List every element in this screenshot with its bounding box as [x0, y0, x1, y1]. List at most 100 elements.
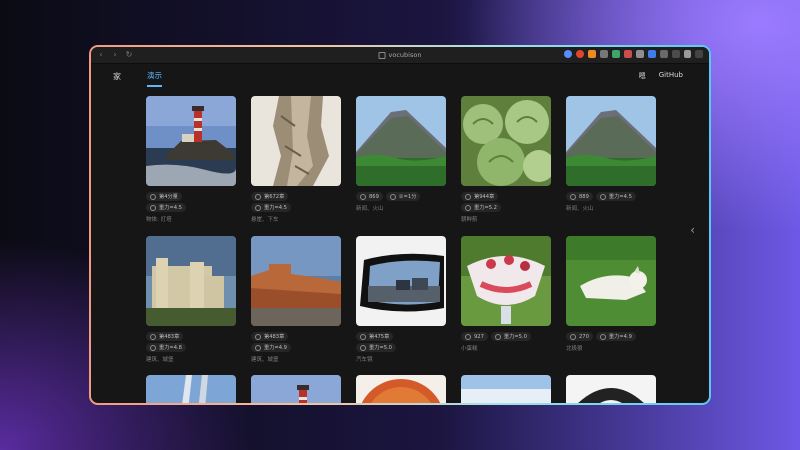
reload-icon[interactable]: ↻: [125, 47, 133, 63]
tab-demo[interactable]: 演示: [147, 70, 162, 87]
thumbnail-image[interactable]: [356, 236, 446, 326]
image-card[interactable]: 927 重力=5.0 小蛋糕: [461, 236, 551, 352]
image-card[interactable]: 第944章 重力=5.2 朝鲜蓟: [461, 96, 551, 223]
extension-icon[interactable]: [588, 50, 596, 58]
thumbnail-image[interactable]: [146, 96, 236, 186]
nav-link-settings[interactable]: 嗯: [639, 71, 646, 81]
thumbnail-image[interactable]: [356, 96, 446, 186]
profile-icon[interactable]: [684, 50, 691, 58]
link-icon: [255, 333, 261, 340]
badge-text: 270: [579, 333, 589, 340]
image-card[interactable]: 第475章重力=5.0 汽车镜: [356, 236, 446, 363]
card-meta: 889 重力=4.5 新闻、火山: [566, 192, 656, 212]
extension-icon[interactable]: [612, 50, 620, 58]
card-tag: 物体: 灯塔: [146, 217, 172, 223]
score-pill: 重力=5.2: [461, 203, 501, 212]
link-icon: [360, 333, 366, 340]
card-meta: 第944章 重力=5.2 朝鲜蓟: [461, 192, 551, 223]
image-card[interactable]: 第672章重力=4.5 悬崖、下车: [251, 96, 341, 223]
score-pill: 重力=5.0: [356, 343, 396, 352]
extension-icon[interactable]: [564, 50, 572, 58]
thumbnail-image[interactable]: [251, 236, 341, 326]
thumbnail-image[interactable]: [461, 375, 551, 403]
card-tag: 朝鲜蓟: [461, 217, 478, 223]
home-link[interactable]: 家: [113, 71, 121, 82]
card-tag: 建筑、城堡: [146, 357, 174, 363]
link-icon: [570, 333, 576, 340]
sidebar-icon[interactable]: [672, 50, 680, 58]
card-meta: 869 ①=1分新闻、火山: [356, 192, 446, 212]
thumbnail-image[interactable]: [566, 236, 656, 326]
thumbnail-image[interactable]: [566, 96, 656, 186]
link-icon: [570, 193, 576, 200]
image-card[interactable]: [566, 375, 656, 403]
card-meta: 第672章重力=4.5 悬崖、下车: [251, 192, 341, 223]
extension-icon[interactable]: [624, 50, 632, 58]
card-meta: 270 重力=4.9 北极狼: [566, 332, 656, 352]
badge-pill: 889: [566, 192, 593, 201]
card-tag: 悬崖、下车: [251, 217, 279, 223]
gauge-icon: [255, 344, 261, 351]
chevron-left-icon[interactable]: ‹: [690, 223, 695, 237]
link-icon: [255, 193, 261, 200]
image-card[interactable]: [356, 375, 446, 403]
image-card[interactable]: 270 重力=4.9 北极狼: [566, 236, 656, 352]
image-card[interactable]: [251, 375, 341, 403]
image-card[interactable]: 第483章 重力=4.8 建筑、城堡: [146, 236, 236, 363]
forward-icon[interactable]: ›: [111, 47, 119, 63]
extension-icon[interactable]: [636, 50, 644, 58]
card-meta: 第475章重力=5.0 汽车镜: [356, 332, 446, 363]
badge-pill: 第483章: [251, 332, 289, 341]
score-pill: 重力=4.9: [251, 343, 291, 352]
image-card[interactable]: 第483章重力=4.9 建筑、城堡: [251, 236, 341, 363]
extension-icon[interactable]: [600, 50, 608, 58]
gauge-icon: [599, 333, 606, 340]
badge-pill: 869: [356, 192, 383, 201]
gauge-icon: [599, 193, 606, 200]
thumbnail-image[interactable]: [566, 375, 656, 403]
card-tag: 建筑、城堡: [251, 357, 279, 363]
extension-icon[interactable]: [576, 50, 584, 58]
menu-icon[interactable]: [695, 50, 703, 58]
nav-right: 嗯 GitHub: [639, 71, 683, 81]
badge-text: 927: [474, 333, 484, 340]
gauge-icon: [494, 333, 501, 340]
card-meta: 927 重力=5.0 小蛋糕: [461, 332, 551, 352]
image-card[interactable]: 869 ①=1分新闻、火山: [356, 96, 446, 212]
thumbnail-image[interactable]: [146, 375, 236, 403]
thumbnail-image[interactable]: [251, 375, 341, 403]
lock-icon: [378, 51, 386, 59]
address-bar[interactable]: vocubison: [378, 49, 422, 61]
image-card[interactable]: 第4分量 重力=4.5 物体: 灯塔: [146, 96, 236, 223]
thumbnail-image[interactable]: [251, 96, 341, 186]
card-meta: 第483章重力=4.9 建筑、城堡: [251, 332, 341, 363]
thumbnail-image[interactable]: [461, 236, 551, 326]
gauge-icon: [360, 344, 366, 351]
badge-text: 869: [369, 193, 379, 200]
link-icon: [150, 333, 156, 340]
back-icon[interactable]: ‹: [97, 47, 105, 63]
extension-icon[interactable]: [648, 50, 656, 58]
score-text: ①=1分: [398, 194, 417, 200]
extension-icon[interactable]: [660, 50, 668, 58]
card-tag: 新闻、火山: [356, 206, 384, 212]
url-text: vocubison: [388, 51, 422, 59]
browser-window: ‹ › ↻ vocubison 家 演示 嗯 GitHub 第4分量 重力=4.…: [91, 47, 709, 403]
thumbnail-image[interactable]: [146, 236, 236, 326]
score-text: 重力=4.5: [264, 205, 287, 211]
score-text: 重力=5.2: [474, 205, 497, 211]
github-link[interactable]: GitHub: [659, 71, 683, 81]
badge-text: 第672章: [264, 194, 285, 200]
score-text: 重力=4.5: [608, 194, 632, 200]
card-tag: 小蛋糕: [461, 346, 478, 352]
image-card[interactable]: 889 重力=4.5 新闻、火山: [566, 96, 656, 212]
badge-pill: 270: [566, 332, 593, 341]
thumbnail-image[interactable]: [356, 375, 446, 403]
image-card[interactable]: [146, 375, 236, 403]
card-tag: 汽车镜: [356, 357, 373, 363]
score-pill: 重力=4.5: [146, 203, 186, 212]
image-card[interactable]: [461, 375, 551, 403]
score-pill: 重力=4.5: [595, 192, 636, 201]
badge-pill: 第475章: [356, 332, 394, 341]
thumbnail-image[interactable]: [461, 96, 551, 186]
